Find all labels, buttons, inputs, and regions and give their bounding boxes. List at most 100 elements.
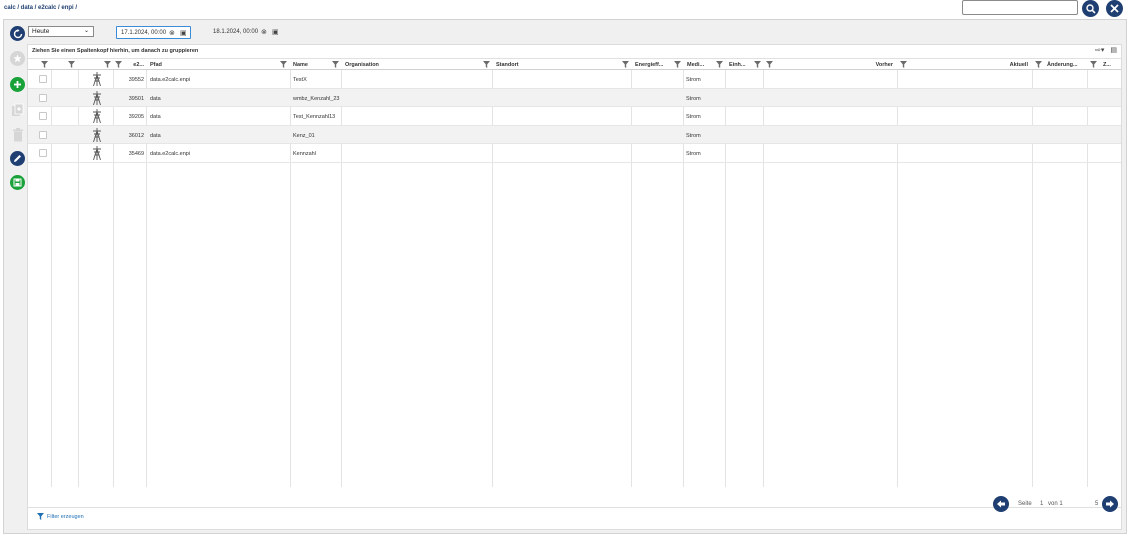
filter-icon: [37, 513, 44, 520]
save-button[interactable]: [10, 175, 25, 190]
cell-medium: Strom: [686, 151, 701, 157]
cell-pfad: data.e2calc.enpi: [150, 77, 191, 83]
edit-button[interactable]: [10, 151, 25, 166]
filter-create-link[interactable]: Filter erzeugen: [37, 513, 84, 520]
filter-icon[interactable]: [766, 61, 773, 68]
star-icon: [13, 54, 22, 63]
cell-id: 39501: [128, 95, 144, 102]
search-button[interactable]: [1082, 0, 1099, 17]
export-icon[interactable]: ⇨▾: [1095, 46, 1104, 54]
delete-button[interactable]: [10, 127, 25, 142]
calendar-icon[interactable]: ▣: [180, 29, 187, 37]
filter-icon[interactable]: [754, 61, 761, 68]
arrow-right-icon: [1106, 500, 1114, 508]
copy-button[interactable]: [10, 102, 25, 117]
filter-icon[interactable]: [716, 61, 723, 68]
next-page-button[interactable]: [1102, 496, 1118, 512]
add-icon: [14, 81, 21, 88]
edit-icon: [14, 155, 21, 162]
data-grid: Ziehen Sie einen Spaltenkopf hierhin, um…: [27, 44, 1122, 530]
cell-id: 36012: [128, 132, 144, 139]
date-to-field[interactable]: 18.1.2024, 00:00 ⊗ ▣: [209, 26, 285, 39]
favorite-button[interactable]: [10, 51, 25, 66]
filter-icon[interactable]: [104, 61, 111, 68]
cell-medium: Strom: [686, 77, 701, 83]
date-from-field[interactable]: 17.1.2024, 00:00 ⊗ ▣: [116, 26, 191, 39]
arrow-left-icon: [997, 500, 1005, 508]
cell-name: Kennzahl: [293, 151, 316, 157]
column-chooser-icon[interactable]: ▤: [1110, 46, 1117, 54]
top-bar: calc / data / e2calc / enpi /: [0, 0, 1130, 18]
cell-pfad: data: [150, 95, 161, 102]
row-checkbox[interactable]: [39, 93, 47, 102]
cell-name: wmbz_Kenzahl_23: [293, 95, 340, 102]
pylon-icon: [93, 90, 101, 105]
filter-icon[interactable]: [68, 61, 75, 68]
close-icon: [1110, 4, 1119, 13]
row-checkbox[interactable]: [39, 130, 47, 139]
date-from-value: 17.1.2024, 00:00: [121, 30, 167, 36]
pager-label: Seite: [1018, 501, 1032, 507]
row-checkbox[interactable]: [39, 149, 47, 157]
table-row[interactable]: 39501 data wmbz_Kenzahl_23 Strom: [28, 88, 1121, 107]
table-row[interactable]: 39205 data Test_Kennzahl13 Strom: [28, 107, 1121, 126]
table-row[interactable]: 39552 data.e2calc.enpi TestX Strom: [28, 70, 1121, 89]
grid-footer: Filter erzeugen: [28, 507, 1121, 524]
filter-icon[interactable]: [1035, 61, 1042, 68]
filter-icon[interactable]: [115, 61, 122, 68]
search-icon: [1085, 3, 1096, 14]
filter-icon[interactable]: [280, 61, 287, 68]
table-row[interactable]: 35469 data.e2calc.enpi Kennzahl Strom: [28, 144, 1121, 163]
filter-create-label: Filter erzeugen: [47, 513, 84, 520]
search-input[interactable]: [962, 0, 1078, 15]
clear-icon[interactable]: ⊗: [169, 29, 175, 37]
row-checkbox[interactable]: [39, 112, 47, 120]
cell-pfad: data: [150, 132, 161, 139]
pager-size[interactable]: 5: [1095, 501, 1098, 507]
date-to-value: 18.1.2024, 00:00: [213, 29, 259, 35]
cell-id: 39552: [128, 77, 144, 83]
close-button[interactable]: [1106, 0, 1123, 17]
cell-name: Test_Kennzahl13: [293, 114, 336, 120]
grid-tools: ⇨▾ ▤: [1095, 46, 1117, 54]
filter-icon[interactable]: [900, 61, 907, 68]
calendar-icon[interactable]: ▣: [272, 28, 279, 36]
pager-page[interactable]: 1: [1040, 501, 1043, 507]
cell-id: 39205: [128, 114, 144, 120]
clear-icon[interactable]: ⊗: [261, 28, 267, 36]
cell-medium: Strom: [686, 132, 701, 139]
group-hint: Ziehen Sie einen Spaltenkopf hierhin, um…: [32, 48, 199, 54]
previous-page-button[interactable]: [993, 496, 1009, 512]
main-panel: Heute ⌄ 17.1.2024, 00:00 ⊗ ▣ 18.1.2024, …: [3, 19, 1127, 534]
copy-icon: [11, 103, 23, 116]
cell-pfad: data: [150, 114, 161, 120]
cell-medium: Strom: [686, 95, 701, 102]
cell-name: Kenz_01: [293, 132, 315, 139]
filter-icon[interactable]: [332, 61, 339, 68]
pylon-icon: [93, 72, 101, 86]
pylon-icon: [93, 127, 101, 142]
pylon-icon: [93, 146, 101, 160]
cell-name: TestX: [293, 77, 307, 83]
refresh-icon: [13, 28, 22, 38]
filter-icon[interactable]: [674, 61, 681, 68]
cell-id: 35469: [128, 151, 144, 157]
grid-body: 39552 data.e2calc.enpi TestX Strom 39501…: [28, 70, 1121, 487]
table-row[interactable]: 36012 data Kenz_01 Strom: [28, 125, 1121, 144]
pylon-icon: [93, 109, 101, 123]
refresh-button[interactable]: [10, 26, 25, 41]
filter-icon[interactable]: [1090, 61, 1097, 68]
filter-icon[interactable]: [483, 61, 490, 68]
row-checkbox[interactable]: [39, 75, 47, 83]
add-button[interactable]: [10, 77, 25, 92]
filter-icon[interactable]: [41, 61, 48, 68]
grid-header: e2... Pfad Name Organisation Standort En…: [28, 58, 1121, 70]
chevron-down-icon: ⌄: [83, 28, 89, 34]
save-icon: [13, 178, 22, 187]
filter-icon[interactable]: [622, 61, 629, 68]
pager-total: von 1: [1048, 501, 1063, 507]
cell-pfad: data.e2calc.enpi: [150, 151, 191, 157]
period-select[interactable]: Heute ⌄: [28, 26, 94, 37]
breadcrumb[interactable]: calc / data / e2calc / enpi /: [4, 5, 77, 11]
delete-icon: [12, 127, 23, 141]
